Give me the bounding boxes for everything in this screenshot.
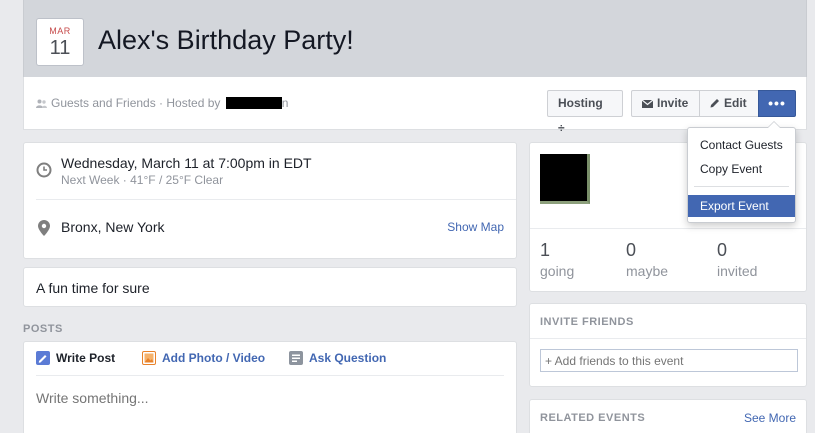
invite-divider [530, 338, 806, 339]
ask-question-tab[interactable]: Ask Question [289, 351, 386, 365]
event-title: Alex's Birthday Party! [98, 25, 354, 55]
event-details-card: Wednesday, March 11 at 7:00pm in EDT Nex… [23, 142, 517, 259]
date-day: 11 [49, 37, 71, 59]
event-date-badge: MAR 11 [36, 18, 84, 66]
event-description: A fun time for sure [36, 280, 150, 296]
invited-label: invited [717, 263, 758, 279]
menu-item-export-event[interactable]: Export Event [688, 195, 795, 217]
invite-friends-title: INVITE FRIENDS [540, 316, 634, 328]
redacted-host-name [225, 97, 282, 109]
write-post-tab[interactable]: Write Post [36, 351, 115, 365]
date-month: MAR [49, 26, 71, 36]
maybe-stat[interactable]: 0 maybe [626, 240, 668, 279]
event-description-card: A fun time for sure [23, 267, 517, 307]
going-stat[interactable]: 1 going [540, 240, 574, 279]
maybe-label: maybe [626, 263, 669, 279]
going-label: going [540, 263, 575, 279]
invite-button[interactable]: Invite [631, 90, 700, 117]
show-map-link[interactable]: Show Map [447, 220, 504, 234]
add-photo-video-label: Add Photo / Video [162, 351, 266, 365]
posts-section-label: POSTS [23, 323, 63, 335]
invited-stat[interactable]: 0 invited [717, 240, 757, 279]
event-weather: Next Week · 41°F / 25°F Clear [61, 173, 224, 187]
menu-divider [694, 186, 789, 187]
ask-question-label: Ask Question [309, 351, 387, 365]
composer-divider [36, 375, 504, 376]
more-options-menu: Contact Guests Copy Event Export Event [687, 121, 796, 223]
more-options-button[interactable]: ••• [758, 90, 796, 117]
invite-label: Invite [657, 96, 689, 110]
add-photo-video-tab[interactable]: Add Photo / Video [142, 351, 265, 365]
question-icon [289, 351, 303, 365]
more-options-icon: ••• [768, 95, 786, 111]
envelope-icon [641, 99, 654, 108]
invite-friends-card: INVITE FRIENDS [529, 303, 807, 387]
add-friends-input[interactable] [540, 349, 798, 372]
going-count: 1 [540, 240, 551, 260]
related-events-title: RELATED EVENTS [540, 412, 646, 424]
event-privacy-host: Guests and Friends · Hosted by n [36, 96, 288, 110]
pencil-icon [710, 99, 719, 108]
clock-icon [36, 162, 52, 178]
details-divider [36, 199, 516, 200]
write-post-icon [36, 351, 50, 365]
people-icon [36, 99, 47, 108]
invited-count: 0 [717, 240, 728, 260]
menu-item-contact-guests[interactable]: Contact Guests [688, 134, 795, 156]
event-header: MAR 11 Alex's Birthday Party! [23, 0, 807, 77]
event-privacy-text: Guests and Friends · Hosted by [51, 96, 221, 110]
edit-button[interactable]: Edit [699, 90, 759, 117]
write-something-input[interactable] [36, 390, 496, 406]
maybe-count: 0 [626, 240, 637, 260]
edit-label: Edit [724, 96, 747, 110]
write-post-label: Write Post [56, 351, 116, 365]
stats-divider [530, 228, 806, 229]
hosting-button[interactable]: Hosting ÷ [547, 90, 623, 135]
event-time: Wednesday, March 11 at 7:00pm in EDT [61, 155, 312, 171]
post-composer: Write Post Add Photo / Video Ask Questio… [23, 341, 517, 433]
related-events-card: RELATED EVENTS See More [529, 399, 807, 433]
host-avatar[interactable] [540, 154, 590, 204]
menu-item-copy-event[interactable]: Copy Event [688, 158, 795, 180]
event-action-bar: Guests and Friends · Hosted by n Hosting… [23, 77, 807, 135]
see-more-link[interactable]: See More [744, 411, 796, 425]
photo-icon [142, 351, 156, 365]
hosting-label: Hosting ÷ [558, 96, 603, 135]
host-name-trail: n [281, 96, 289, 110]
location-pin-icon [38, 220, 50, 236]
event-location[interactable]: Bronx, New York [61, 219, 165, 235]
